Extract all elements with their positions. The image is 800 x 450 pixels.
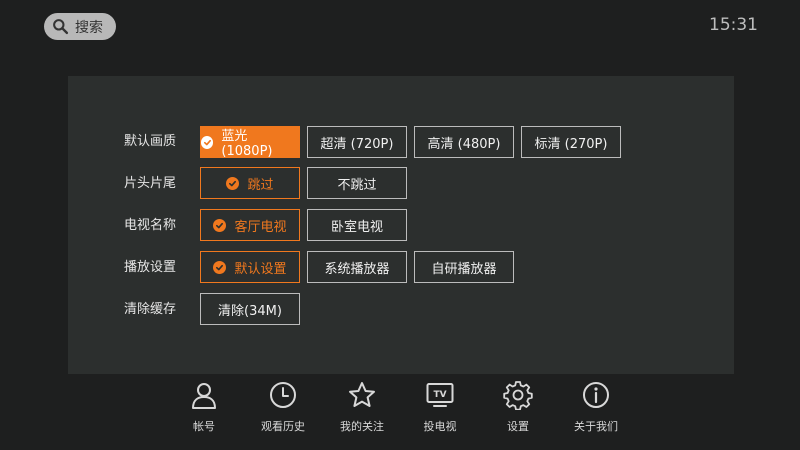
option-label: 自研播放器 bbox=[431, 261, 497, 277]
check-icon bbox=[201, 135, 214, 149]
nav-history[interactable]: 观看历史 bbox=[248, 380, 318, 440]
nav-account[interactable]: 帐号 bbox=[169, 380, 239, 440]
option-label: 高清 (480P) bbox=[427, 136, 501, 152]
check-icon bbox=[213, 218, 227, 232]
row-label-tv-name: 电视名称 bbox=[124, 218, 177, 233]
row-label-clear-cache: 清除缓存 bbox=[124, 302, 177, 317]
clear-cache-button[interactable]: 清除(34M) bbox=[200, 293, 300, 325]
row-label-intro-outro: 片头片尾 bbox=[124, 176, 177, 191]
nav-about[interactable]: 关于我们 bbox=[561, 380, 631, 440]
clock-icon bbox=[270, 382, 296, 408]
option-no-skip[interactable]: 不跳过 bbox=[307, 167, 407, 199]
nav-label: 帐号 bbox=[193, 420, 215, 433]
option-label: 不跳过 bbox=[337, 177, 377, 193]
option-quality-1080p[interactable]: 蓝光 (1080P) bbox=[200, 126, 300, 159]
info-icon bbox=[583, 382, 609, 408]
person-icon bbox=[192, 383, 216, 409]
svg-text:TV: TV bbox=[433, 390, 446, 400]
option-quality-480p[interactable]: 高清 (480P) bbox=[414, 126, 514, 158]
search-button[interactable]: 搜索 bbox=[44, 13, 116, 40]
option-label: 客厅电视 bbox=[234, 219, 287, 235]
option-label: 系统播放器 bbox=[324, 261, 390, 277]
nav-label: 关于我们 bbox=[574, 420, 618, 433]
option-label: 默认设置 bbox=[234, 261, 287, 277]
nav-cast-tv[interactable]: TV 投电视 bbox=[405, 380, 475, 440]
option-label: 标清 (270P) bbox=[534, 136, 608, 152]
option-bedroom-tv[interactable]: 卧室电视 bbox=[307, 209, 407, 241]
option-custom-player[interactable]: 自研播放器 bbox=[414, 251, 514, 283]
star-icon bbox=[349, 382, 375, 407]
nav-following[interactable]: 我的关注 bbox=[327, 380, 397, 440]
clock: 15:31 bbox=[709, 15, 758, 35]
nav-label: 设置 bbox=[507, 420, 529, 433]
tv-icon: TV bbox=[426, 383, 454, 407]
nav-settings[interactable]: 设置 bbox=[483, 380, 553, 440]
option-label: 蓝光 (1080P) bbox=[221, 129, 273, 159]
option-label: 跳过 bbox=[247, 177, 274, 193]
check-icon bbox=[226, 176, 240, 190]
option-living-room-tv[interactable]: 客厅电视 bbox=[200, 209, 300, 241]
nav-label: 我的关注 bbox=[340, 420, 384, 433]
search-label: 搜索 bbox=[75, 19, 103, 36]
option-quality-270p[interactable]: 标清 (270P) bbox=[521, 126, 621, 158]
row-label-quality: 默认画质 bbox=[124, 134, 177, 149]
option-quality-720p[interactable]: 超清 (720P) bbox=[307, 126, 407, 158]
option-label: 清除(34M) bbox=[218, 303, 282, 319]
option-skip[interactable]: 跳过 bbox=[200, 167, 300, 199]
option-label: 卧室电视 bbox=[330, 219, 383, 235]
nav-label: 投电视 bbox=[423, 420, 457, 433]
option-label: 超清 (720P) bbox=[320, 136, 394, 152]
gear-icon bbox=[503, 381, 533, 410]
row-label-playback: 播放设置 bbox=[124, 260, 177, 275]
option-default-player[interactable]: 默认设置 bbox=[200, 251, 300, 283]
check-icon bbox=[213, 260, 227, 274]
option-system-player[interactable]: 系统播放器 bbox=[307, 251, 407, 283]
search-icon bbox=[53, 19, 69, 35]
nav-label: 观看历史 bbox=[261, 420, 305, 433]
